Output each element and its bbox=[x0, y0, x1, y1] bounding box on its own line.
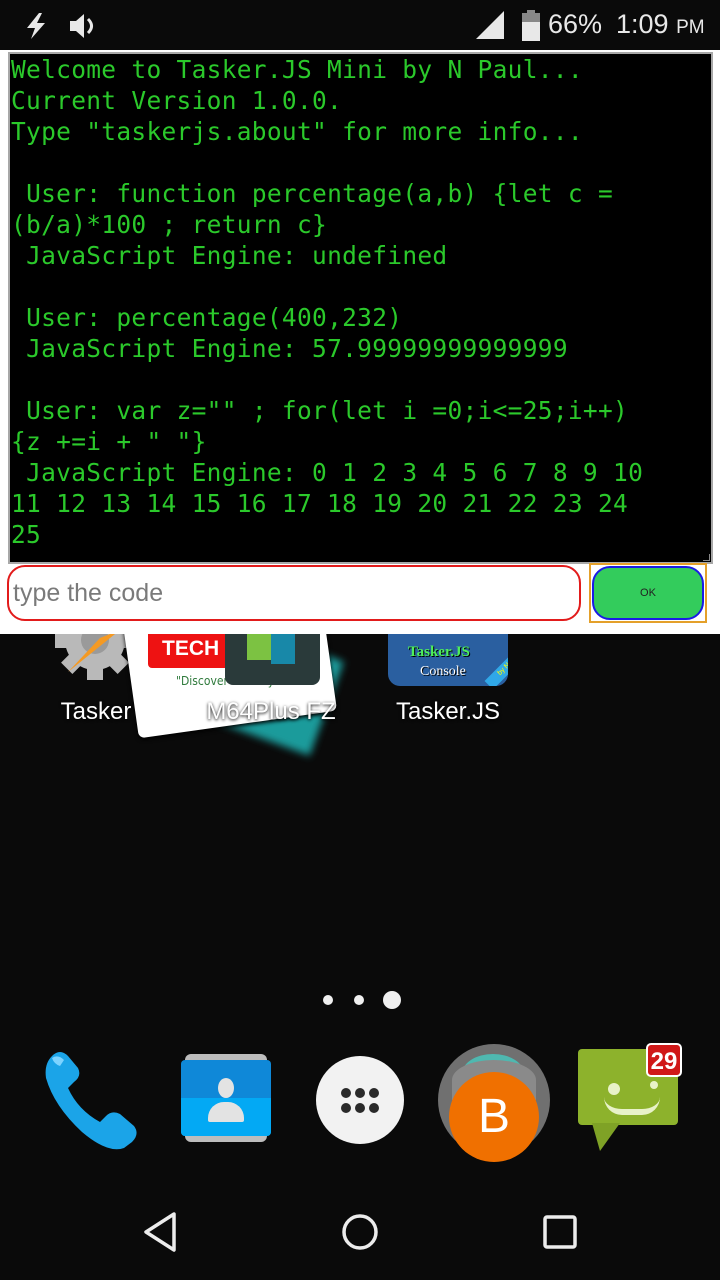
console-line: User: function percentage(a,b) {let c = bbox=[11, 179, 614, 208]
grid-dots-icon bbox=[341, 1088, 379, 1113]
icon-ribbon: by N Paul bbox=[484, 638, 508, 686]
code-input[interactable] bbox=[7, 565, 581, 621]
resize-grip[interactable] bbox=[703, 554, 710, 561]
app-label-m64plus[interactable]: M64Plus FZ bbox=[200, 698, 342, 726]
clock-time: 1:09 bbox=[616, 9, 669, 39]
browser-letter: B bbox=[449, 1072, 539, 1162]
console-line: JavaScript Engine: 0 1 2 3 4 5 6 7 8 9 1… bbox=[11, 458, 644, 487]
app-label-taskerjs[interactable]: Tasker.JS bbox=[376, 698, 520, 726]
battery-icon bbox=[522, 10, 540, 41]
icon-title: Tasker.JS bbox=[408, 644, 470, 660]
navigation-bar bbox=[0, 1180, 720, 1280]
console-line: (b/a)*100 ; return c} bbox=[11, 210, 328, 239]
signal-icon bbox=[476, 11, 504, 39]
page-dot-1[interactable] bbox=[323, 995, 333, 1005]
console-line: Welcome to Tasker.JS Mini by N Paul... bbox=[11, 55, 583, 84]
battery-percent: 66% bbox=[548, 9, 603, 39]
page-dot-3-active[interactable] bbox=[383, 991, 401, 1009]
clock-suffix: PM bbox=[676, 17, 705, 38]
taskerjs-mini-overlay: Welcome to Tasker.JS Mini by N Paul... Cu… bbox=[0, 50, 720, 634]
ok-button-frame: OK bbox=[589, 563, 707, 623]
clock: 1:09 PM bbox=[616, 9, 705, 40]
console-output[interactable]: Welcome to Tasker.JS Mini by N Paul... Cu… bbox=[8, 52, 713, 564]
volume-icon bbox=[70, 14, 93, 38]
unread-badge: 29 bbox=[646, 1043, 682, 1077]
status-bar: 66% 1:09 PM bbox=[0, 0, 720, 50]
console-line: Type "taskerjs.about" for more info... bbox=[11, 117, 583, 146]
page-dot-2[interactable] bbox=[354, 995, 364, 1005]
browser-icon[interactable]: B bbox=[438, 1044, 550, 1162]
back-icon[interactable] bbox=[140, 1210, 180, 1254]
icon-subtitle: Console bbox=[420, 664, 466, 679]
recents-icon[interactable] bbox=[542, 1214, 578, 1250]
console-line: 11 12 13 14 15 16 17 18 19 20 21 22 23 2… bbox=[11, 489, 629, 518]
flash-icon bbox=[27, 13, 45, 39]
console-line: JavaScript Engine: undefined bbox=[11, 241, 448, 270]
console-line: Current Version 1.0.0. bbox=[11, 86, 343, 115]
console-line: JavaScript Engine: 57.99999999999999 bbox=[11, 334, 568, 363]
app-drawer-icon[interactable] bbox=[316, 1056, 404, 1144]
ok-button[interactable]: OK bbox=[592, 566, 704, 620]
console-line: User: percentage(400,232) bbox=[11, 303, 403, 332]
console-line: 25 bbox=[11, 520, 42, 549]
contacts-icon[interactable] bbox=[181, 1054, 271, 1142]
console-line: {z +=i + " "} bbox=[11, 427, 207, 456]
home-icon[interactable] bbox=[340, 1212, 380, 1252]
console-line: User: var z="" ; for(let i =0;i<=25;i++) bbox=[11, 396, 629, 425]
phone-icon[interactable] bbox=[38, 1044, 146, 1152]
